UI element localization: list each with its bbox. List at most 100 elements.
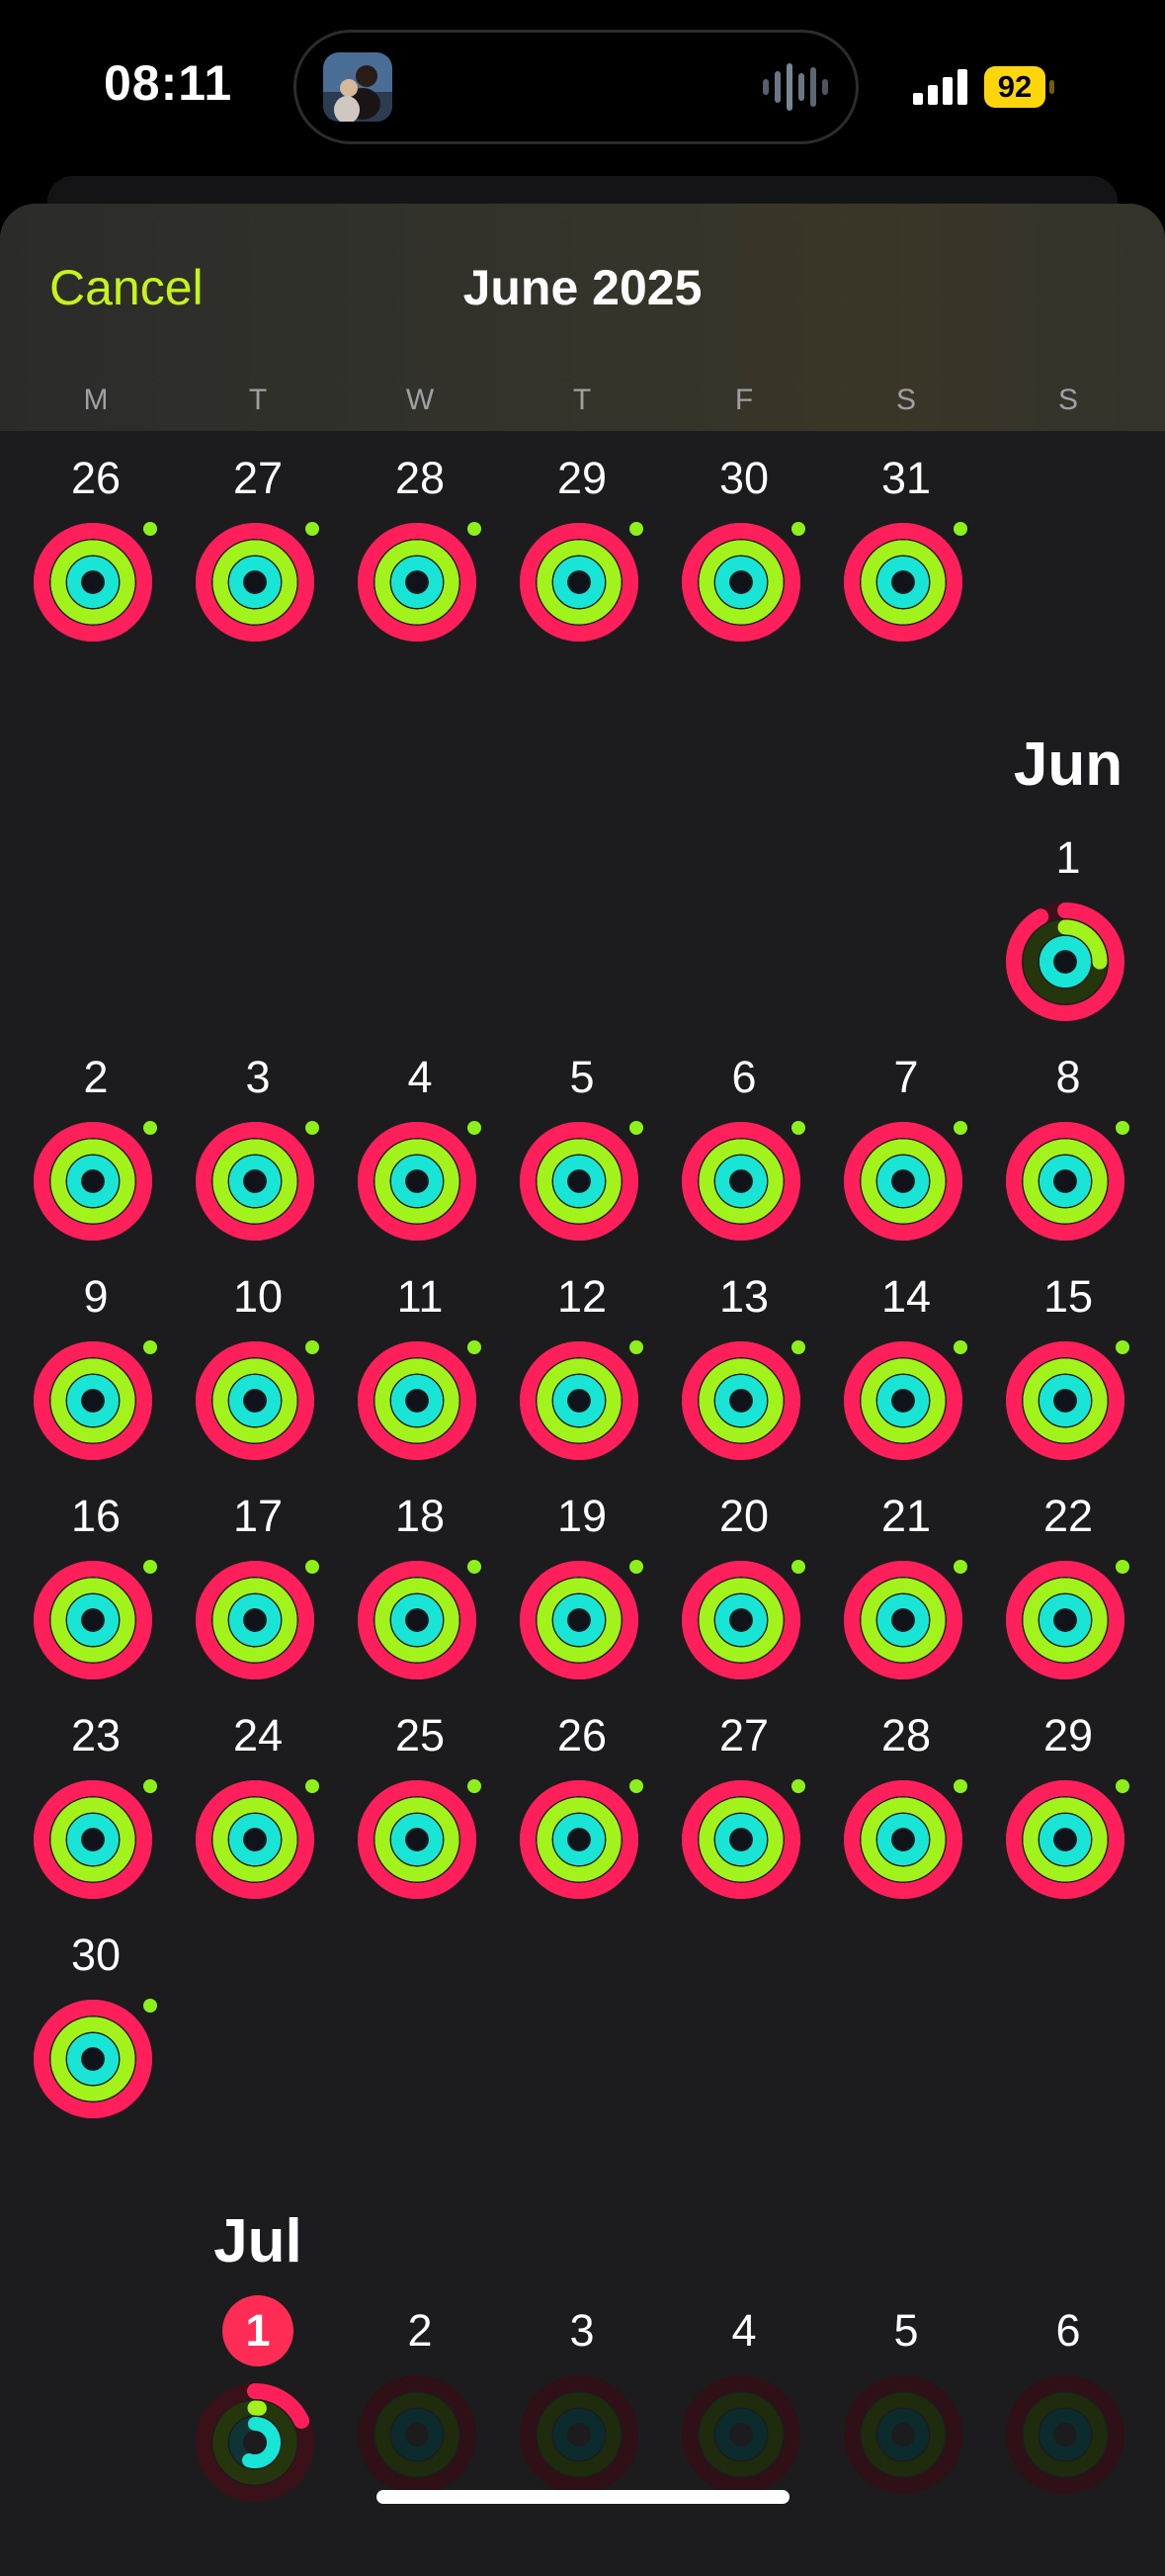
- calendar-day[interactable]: 1: [994, 830, 1142, 1028]
- activity-rings-icon: [196, 522, 319, 642]
- day-number: 10: [232, 1271, 284, 1322]
- award-dot: [305, 1560, 319, 1574]
- day-number: 12: [556, 1271, 608, 1322]
- day-number: 30: [70, 1930, 122, 1980]
- award-dot: [629, 522, 643, 536]
- activity-rings-icon: [196, 1779, 319, 1899]
- calendar-day[interactable]: 18: [346, 1489, 494, 1686]
- calendar-day[interactable]: 22: [994, 1489, 1142, 1686]
- calendar-day[interactable]: 6: [994, 2303, 1142, 2501]
- calendar-day[interactable]: 13: [670, 1269, 818, 1467]
- day-number: 20: [718, 1491, 770, 1541]
- day-number: 29: [1042, 1710, 1094, 1760]
- award-dot: [629, 1121, 643, 1135]
- calendar-day[interactable]: 24: [184, 1708, 332, 1906]
- award-dot: [305, 522, 319, 536]
- calendar-day[interactable]: 19: [508, 1489, 656, 1686]
- award-dot: [467, 1560, 481, 1574]
- calendar-day[interactable]: 17: [184, 1489, 332, 1686]
- activity-rings-icon: [682, 1779, 805, 1899]
- calendar-day[interactable]: 5: [508, 1050, 656, 1247]
- activity-rings-icon: [844, 1560, 967, 1679]
- activity-rings-icon: [682, 1340, 805, 1460]
- calendar-day[interactable]: 4: [346, 1050, 494, 1247]
- award-dot: [791, 1121, 805, 1135]
- activity-rings-icon: [520, 2375, 638, 2494]
- day-number: 2: [83, 1052, 109, 1102]
- calendar-day[interactable]: 15: [994, 1269, 1142, 1467]
- activity-rings-icon: [682, 1121, 805, 1241]
- calendar-day[interactable]: 29: [994, 1708, 1142, 1906]
- activity-rings-icon: [1006, 902, 1124, 1021]
- day-number: 11: [396, 1271, 444, 1322]
- activity-rings-icon: [520, 522, 643, 642]
- activity-rings-icon: [196, 1340, 319, 1460]
- calendar-day[interactable]: 29: [508, 451, 656, 648]
- calendar-day[interactable]: 9: [22, 1269, 170, 1467]
- calendar-day[interactable]: 30: [670, 451, 818, 648]
- day-number: 26: [70, 453, 122, 503]
- calendar-day[interactable]: 7: [832, 1050, 980, 1247]
- calendar-day[interactable]: 14: [832, 1269, 980, 1467]
- day-number: 14: [880, 1271, 932, 1322]
- activity-rings-icon: [34, 522, 157, 642]
- calendar-day[interactable]: 8: [994, 1050, 1142, 1247]
- activity-rings-icon: [34, 1340, 157, 1460]
- calendar-day[interactable]: 31: [832, 451, 980, 648]
- award-dot: [791, 1340, 805, 1354]
- activity-rings-icon: [844, 522, 967, 642]
- award-dot: [143, 1779, 157, 1793]
- award-dot: [143, 522, 157, 536]
- calendar-day[interactable]: 26: [508, 1708, 656, 1906]
- activity-rings-icon: [34, 1999, 157, 2118]
- day-number: 3: [245, 1052, 271, 1102]
- calendar-day[interactable]: 4: [670, 2303, 818, 2501]
- day-number: 17: [232, 1491, 284, 1541]
- calendar-day[interactable]: 2: [346, 2303, 494, 2501]
- calendar-day[interactable]: 23: [22, 1708, 170, 1906]
- activity-rings-icon: [844, 1779, 967, 1899]
- calendar-day[interactable]: 27: [670, 1708, 818, 1906]
- calendar-day[interactable]: 25: [346, 1708, 494, 1906]
- activity-rings-icon: [1006, 1340, 1129, 1460]
- calendar-day[interactable]: 20: [670, 1489, 818, 1686]
- calendar-day[interactable]: 6: [670, 1050, 818, 1247]
- activity-rings-icon: [358, 522, 481, 642]
- activity-rings-icon: [196, 1121, 319, 1241]
- calendar-day[interactable]: 11: [346, 1269, 494, 1467]
- award-dot: [305, 1779, 319, 1793]
- activity-rings-icon: [196, 2383, 314, 2502]
- calendar-day[interactable]: 3: [508, 2303, 656, 2501]
- award-dot: [954, 1560, 967, 1574]
- calendar-day[interactable]: 2: [22, 1050, 170, 1247]
- activity-rings-icon: [520, 1340, 643, 1460]
- calendar-day[interactable]: 21: [832, 1489, 980, 1686]
- calendar-day[interactable]: 12: [508, 1269, 656, 1467]
- calendar-day[interactable]: 28: [346, 451, 494, 648]
- award-dot: [791, 1779, 805, 1793]
- day-number: 1: [1055, 832, 1081, 883]
- award-dot: [629, 1779, 643, 1793]
- calendar-day[interactable]: 1: [184, 2295, 332, 2509]
- award-dot: [305, 1121, 319, 1135]
- day-number: 23: [70, 1710, 122, 1760]
- calendar-day[interactable]: 10: [184, 1269, 332, 1467]
- activity-rings-icon: [358, 2375, 476, 2494]
- calendar-day[interactable]: 16: [22, 1489, 170, 1686]
- calendar-day[interactable]: 26: [22, 451, 170, 648]
- day-number: 4: [407, 1052, 433, 1102]
- day-number: 31: [880, 453, 932, 503]
- calendar-day[interactable]: 28: [832, 1708, 980, 1906]
- home-indicator[interactable]: [376, 2490, 790, 2504]
- activity-rings-icon: [358, 1340, 481, 1460]
- award-dot: [143, 1121, 157, 1135]
- calendar-day[interactable]: 27: [184, 451, 332, 648]
- calendar-day[interactable]: 30: [22, 1928, 170, 2125]
- activity-rings-icon: [358, 1779, 481, 1899]
- award-dot: [143, 1340, 157, 1354]
- activity-rings-icon: [34, 1121, 157, 1241]
- calendar-day[interactable]: 3: [184, 1050, 332, 1247]
- calendar-day[interactable]: 5: [832, 2303, 980, 2501]
- day-number: 26: [556, 1710, 608, 1760]
- day-number: 28: [880, 1710, 932, 1760]
